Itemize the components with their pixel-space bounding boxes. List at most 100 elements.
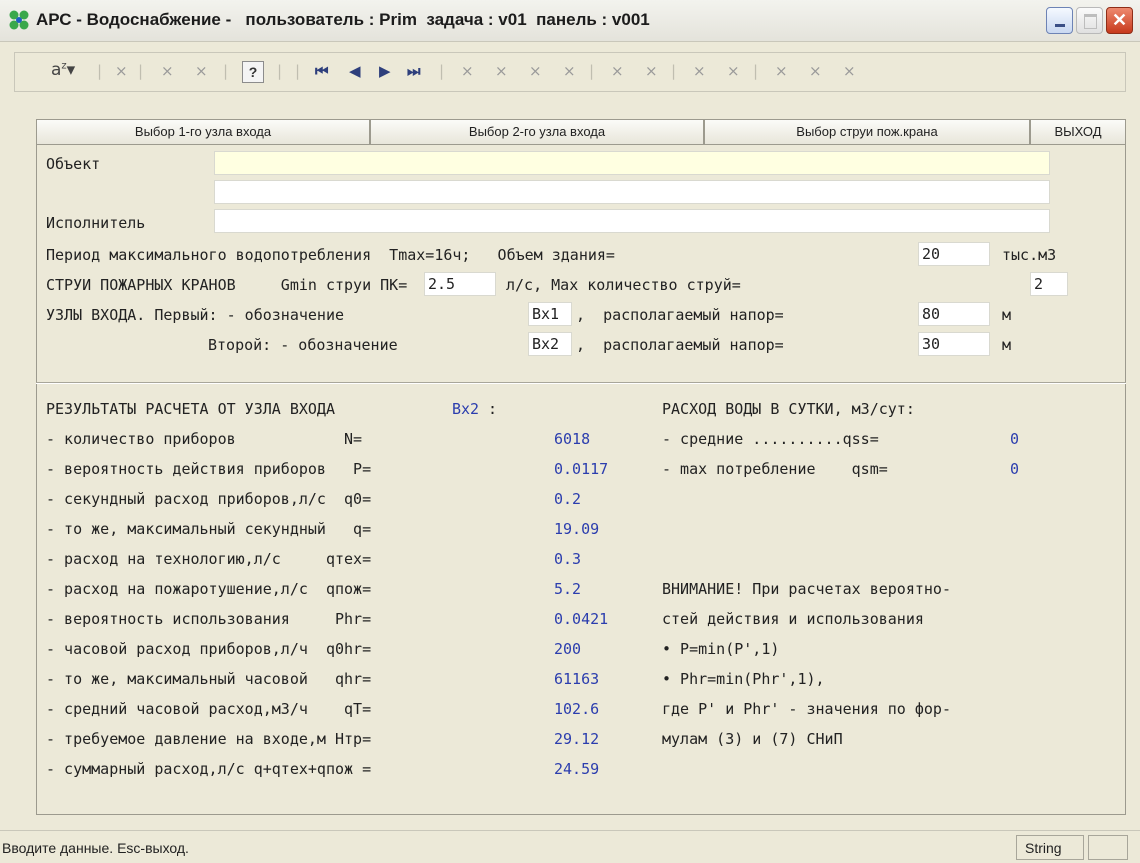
result-row-label: - то же, максимальный секундный q= xyxy=(46,520,372,538)
disabled-button-icon[interactable]: × xyxy=(115,62,128,80)
close-button[interactable]: ✕ xyxy=(1106,7,1133,34)
volume-unit-label: тыс.м3 xyxy=(1002,246,1057,264)
note-line: • Phr=min(Phr',1), xyxy=(662,670,825,688)
toolbar-separator: | xyxy=(671,62,677,80)
executor-label: Исполнитель xyxy=(46,214,146,232)
disabled-button-icon[interactable]: × xyxy=(693,62,706,80)
result-row-label: - вероятность действия приборов P= xyxy=(46,460,372,478)
toolbar-separator: | xyxy=(295,62,301,80)
toolbar-separator: | xyxy=(97,62,103,80)
daily-avg-label: - средние ..........qss= xyxy=(662,430,879,448)
result-row-value: 0.2 xyxy=(554,490,582,508)
disabled-button-icon[interactable]: × xyxy=(195,62,208,80)
unit-m-label: м xyxy=(1002,336,1012,354)
nodes-second-label: Второй: - обозначение xyxy=(208,336,398,354)
result-row-label: - суммарный расход,л/с q+qтех+qпож = xyxy=(46,760,372,778)
disabled-button-icon[interactable]: × xyxy=(775,62,788,80)
status-message: Вводите данные. Esc-выход. xyxy=(2,840,189,856)
daily-max-value: 0 xyxy=(1010,460,1020,478)
status-mode: String xyxy=(1016,835,1084,860)
disabled-button-icon[interactable]: × xyxy=(843,62,856,80)
section-divider xyxy=(36,382,1126,384)
disabled-button-icon[interactable]: × xyxy=(611,62,624,80)
first-record-icon[interactable]: ⏮ xyxy=(315,62,329,80)
toolbar-separator: | xyxy=(439,62,445,80)
node1-head-input[interactable]: 80 xyxy=(918,302,990,326)
result-row-value: 200 xyxy=(554,640,582,658)
object-label: Объект xyxy=(46,155,101,173)
result-row-label: - то же, максимальный часовой qhr= xyxy=(46,670,372,688)
title-bar: АРС - Водоснабжение - пользователь : Pri… xyxy=(0,0,1140,42)
minimize-button[interactable] xyxy=(1046,7,1073,34)
disabled-button-icon[interactable]: × xyxy=(529,62,542,80)
note-line: где P' и Phr' - значения по фор- xyxy=(662,700,951,718)
status-empty-cell xyxy=(1088,835,1128,860)
result-row-label: - часовой расход приборов,л/ч q0hr= xyxy=(46,640,372,658)
result-row-label: - требуемое давление на входе,м Нтр= xyxy=(46,730,372,748)
object-input-2[interactable] xyxy=(214,180,1050,204)
tab-select-node-1[interactable]: Выбор 1-го узла входа xyxy=(36,119,370,145)
result-row-value: 0.3 xyxy=(554,550,582,568)
result-row-value: 24.59 xyxy=(554,760,600,778)
nodes-first-label: УЗЛЫ ВХОДА. Первый: - обозначение xyxy=(46,306,345,324)
disabled-button-icon[interactable]: × xyxy=(461,62,474,80)
tab-select-hydrant-jet[interactable]: Выбор струи пож.крана xyxy=(704,119,1030,145)
result-row-label: - средний часовой расход,м3/ч qT= xyxy=(46,700,372,718)
result-row-value: 0.0117 xyxy=(554,460,609,478)
jets-label: СТРУИ ПОЖАРНЫХ КРАНОВ Gmin струи ПК= xyxy=(46,276,408,294)
sort-icon[interactable]: az▾ xyxy=(51,60,75,80)
node2-head-input[interactable]: 30 xyxy=(918,332,990,356)
toolbar-separator: | xyxy=(753,62,759,80)
node1-head-label: , располагаемый напор= xyxy=(576,306,784,324)
disabled-button-icon[interactable]: × xyxy=(161,62,174,80)
results-heading: РЕЗУЛЬТАТЫ РАСЧЕТА ОТ УЗЛА ВХОДА xyxy=(46,400,335,418)
node2-name-input[interactable]: Вх2 xyxy=(528,332,572,356)
executor-input[interactable] xyxy=(214,209,1050,233)
node2-head-label: , располагаемый напор= xyxy=(576,336,784,354)
result-row-label: - секундный расход приборов,л/с q0= xyxy=(46,490,372,508)
maximize-button[interactable] xyxy=(1076,7,1103,34)
results-node: Вх2 xyxy=(452,400,480,418)
gmin-jet-input[interactable]: 2.5 xyxy=(424,272,496,296)
results-colon: : xyxy=(488,400,498,418)
note-line: • P=min(P',1) xyxy=(662,640,780,658)
note-line: ВНИМАНИЕ! При расчетах вероятно- xyxy=(662,580,951,598)
disabled-button-icon[interactable]: × xyxy=(727,62,740,80)
daily-heading: РАСХОД ВОДЫ В СУТКИ, м3/сут: xyxy=(662,400,915,418)
toolbar: az▾ | × | × × | ? | | ⏮ ◀ ▶ ⏭ | × × × × … xyxy=(14,52,1126,92)
node1-name-input[interactable]: Вх1 xyxy=(528,302,572,326)
result-row-value: 0.0421 xyxy=(554,610,609,628)
tab-exit[interactable]: ВЫХОД xyxy=(1030,119,1126,145)
unit-m-label: м xyxy=(1002,306,1012,324)
next-record-icon[interactable]: ▶ xyxy=(379,62,391,80)
toolbar-separator: | xyxy=(223,62,229,80)
daily-avg-value: 0 xyxy=(1010,430,1020,448)
result-row-value: 5.2 xyxy=(554,580,582,598)
disabled-button-icon[interactable]: × xyxy=(645,62,658,80)
prev-record-icon[interactable]: ◀ xyxy=(349,62,361,80)
result-row-label: - расход на технологию,л/с qтех= xyxy=(46,550,372,568)
note-line: стей действия и использования xyxy=(662,610,924,628)
building-volume-input[interactable]: 20 xyxy=(918,242,990,266)
disabled-button-icon[interactable]: × xyxy=(495,62,508,80)
disabled-button-icon[interactable]: × xyxy=(809,62,822,80)
object-input[interactable] xyxy=(214,151,1050,175)
result-row-value: 19.09 xyxy=(554,520,600,538)
result-row-label: - вероятность использования Phr= xyxy=(46,610,372,628)
period-label: Период максимального водопотребления Tma… xyxy=(46,246,615,264)
result-row-label: - количество приборов N= xyxy=(46,430,363,448)
result-row-value: 61163 xyxy=(554,670,600,688)
tab-select-node-2[interactable]: Выбор 2-го узла входа xyxy=(370,119,704,145)
disabled-button-icon[interactable]: × xyxy=(563,62,576,80)
app-icon xyxy=(9,10,29,30)
result-row-value: 6018 xyxy=(554,430,591,448)
daily-max-label: - max потребление qsm= xyxy=(662,460,888,478)
max-jets-input[interactable]: 2 xyxy=(1030,272,1068,296)
note-line: мулам (3) и (7) СНиП xyxy=(662,730,843,748)
last-record-icon[interactable]: ⏭ xyxy=(407,62,421,80)
toolbar-separator: | xyxy=(138,62,144,80)
status-bar: Вводите данные. Esc-выход. String xyxy=(0,830,1140,863)
result-row-value: 102.6 xyxy=(554,700,600,718)
result-row-label: - расход на пожаротушение,л/с qпож= xyxy=(46,580,372,598)
help-button[interactable]: ? xyxy=(242,61,264,83)
